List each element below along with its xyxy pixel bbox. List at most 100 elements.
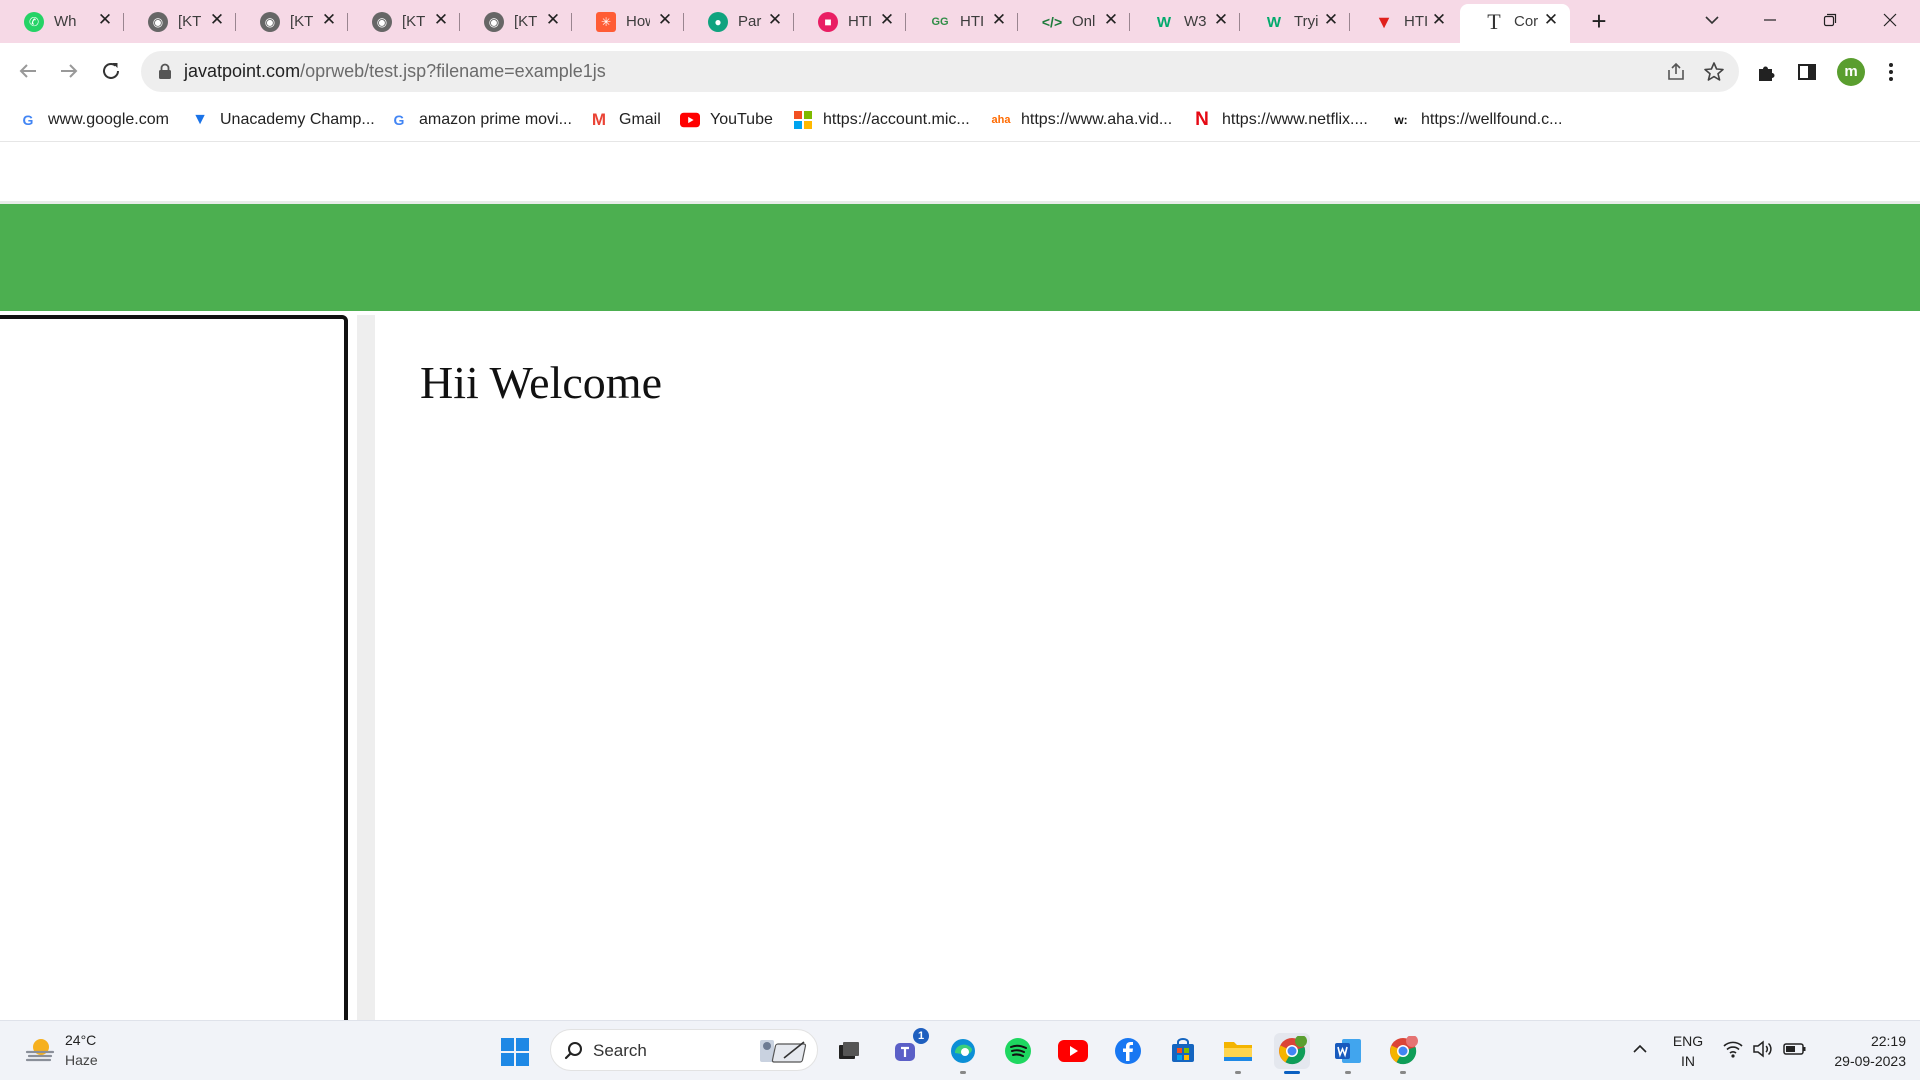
extensions-button[interactable] bbox=[1753, 59, 1779, 85]
tab-kt-4[interactable]: ◉ [KT ✕ bbox=[460, 6, 572, 37]
task-view-icon bbox=[839, 1042, 859, 1059]
close-icon[interactable]: ✕ bbox=[766, 11, 784, 29]
haze-sun-icon bbox=[25, 1039, 55, 1062]
close-icon[interactable]: ✕ bbox=[320, 11, 338, 29]
taskbar-chrome-profile[interactable] bbox=[1385, 1033, 1421, 1074]
system-clock[interactable]: 22:19 29-09-2023 bbox=[1810, 1031, 1906, 1071]
browser-toolbar: javatpoint.com/oprweb/test.jsp?filename=… bbox=[0, 43, 1920, 100]
globe-icon: ◉ bbox=[148, 12, 168, 32]
bookmark-label: YouTube bbox=[710, 111, 773, 128]
taskbar-file-explorer[interactable] bbox=[1220, 1033, 1256, 1074]
panel-divider[interactable] bbox=[357, 315, 375, 1020]
bookmark-star-icon[interactable] bbox=[1702, 60, 1726, 84]
clock-date: 29-09-2023 bbox=[1834, 1053, 1906, 1069]
bookmark-wellfound[interactable]: w: https://wellfound.c... bbox=[1391, 108, 1562, 132]
browser-menu-button[interactable] bbox=[1878, 59, 1904, 85]
bookmark-google[interactable]: G www.google.com bbox=[18, 108, 169, 132]
tab-hubspot[interactable]: ✳ How ✕ bbox=[572, 6, 684, 37]
kebab-menu-icon bbox=[1889, 63, 1893, 81]
reload-button[interactable] bbox=[95, 55, 127, 87]
minimize-button[interactable] bbox=[1752, 6, 1788, 34]
close-icon[interactable]: ✕ bbox=[1542, 11, 1560, 29]
close-icon[interactable]: ✕ bbox=[656, 11, 674, 29]
bookmark-netflix[interactable]: N https://www.netflix.... bbox=[1192, 108, 1368, 132]
profile-avatar[interactable]: m bbox=[1837, 58, 1865, 86]
tab-kt-3[interactable]: ◉ [KT ✕ bbox=[348, 6, 460, 37]
bookmark-youtube[interactable]: YouTube bbox=[680, 108, 773, 132]
tab-whatsapp[interactable]: ✆ Wh ✕ bbox=[0, 6, 124, 37]
close-icon[interactable]: ✕ bbox=[990, 11, 1008, 29]
bookmark-amazon-prime[interactable]: G amazon prime movi... bbox=[389, 108, 572, 132]
close-icon[interactable]: ✕ bbox=[208, 11, 226, 29]
word-icon bbox=[1335, 1039, 1361, 1063]
language-indicator[interactable]: ENG IN bbox=[1670, 1031, 1706, 1071]
hubspot-icon: ✳ bbox=[596, 12, 616, 32]
bookmark-aha[interactable]: aha https://www.aha.vid... bbox=[991, 108, 1173, 132]
lock-icon[interactable] bbox=[157, 63, 173, 80]
taskbar-facebook[interactable] bbox=[1110, 1033, 1146, 1069]
taskbar-spotify[interactable] bbox=[1000, 1033, 1036, 1069]
tab-w3schools[interactable]: W W3 ✕ bbox=[1130, 6, 1240, 37]
close-icon[interactable]: ✕ bbox=[96, 11, 114, 29]
wifi-icon[interactable] bbox=[1722, 1039, 1744, 1059]
bookmark-microsoft[interactable]: https://account.mic... bbox=[793, 108, 970, 132]
output-frame: Hii Welcome bbox=[375, 315, 1920, 1020]
close-icon[interactable]: ✕ bbox=[1430, 11, 1448, 29]
taskbar-youtube[interactable] bbox=[1055, 1033, 1091, 1069]
close-icon[interactable]: ✕ bbox=[878, 11, 896, 29]
close-icon[interactable]: ✕ bbox=[1212, 11, 1230, 29]
tab-online[interactable]: </> Onl ✕ bbox=[1018, 6, 1130, 37]
tab-html-2[interactable]: GG HTI ✕ bbox=[906, 6, 1018, 37]
restore-button[interactable] bbox=[1812, 6, 1848, 34]
w3schools-icon: W bbox=[1156, 13, 1172, 31]
bookmark-unacademy[interactable]: ▼ Unacademy Champ... bbox=[190, 108, 375, 132]
new-tab-button[interactable]: + bbox=[1585, 8, 1613, 36]
bookmark-label: Unacademy Champ... bbox=[220, 111, 375, 128]
url-host: javatpoint.com bbox=[184, 61, 301, 81]
taskbar-search-box[interactable]: Search bbox=[550, 1029, 818, 1071]
tab-tryit[interactable]: W Tryi ✕ bbox=[1240, 6, 1350, 37]
tab-tutorialspoint[interactable]: ▼ HTI ✕ bbox=[1350, 6, 1458, 37]
spotify-icon bbox=[1005, 1038, 1031, 1064]
windows-start-icon[interactable] bbox=[500, 1037, 530, 1067]
side-panel-button[interactable] bbox=[1794, 59, 1820, 85]
back-button[interactable] bbox=[12, 55, 44, 87]
globe-icon: ◉ bbox=[484, 12, 504, 32]
region-code: IN bbox=[1681, 1053, 1695, 1069]
address-bar[interactable]: javatpoint.com/oprweb/test.jsp?filename=… bbox=[141, 51, 1739, 92]
taskbar-task-view[interactable] bbox=[831, 1033, 867, 1069]
tab-chatbot[interactable]: ● Par ✕ bbox=[684, 6, 794, 37]
left-editor-panel[interactable] bbox=[0, 315, 348, 1020]
close-icon[interactable]: ✕ bbox=[1322, 11, 1340, 29]
taskbar-word[interactable] bbox=[1330, 1033, 1366, 1074]
taskbar-teams[interactable]: 1 bbox=[889, 1028, 929, 1069]
google-icon: G bbox=[22, 112, 34, 128]
cube-icon: ■ bbox=[818, 12, 838, 32]
taskbar-edge[interactable] bbox=[945, 1033, 981, 1074]
share-icon[interactable] bbox=[1665, 61, 1687, 83]
running-indicator bbox=[1400, 1071, 1406, 1074]
tab-kt-1[interactable]: ◉ [KT ✕ bbox=[124, 6, 236, 37]
tab-title: HTI bbox=[848, 13, 872, 30]
bookmark-gmail[interactable]: M Gmail bbox=[589, 108, 661, 132]
tab-kt-2[interactable]: ◉ [KT ✕ bbox=[236, 6, 348, 37]
search-icon bbox=[564, 1042, 582, 1060]
taskbar-store[interactable] bbox=[1165, 1033, 1201, 1069]
close-window-button[interactable] bbox=[1872, 6, 1908, 34]
close-icon[interactable]: ✕ bbox=[1102, 11, 1120, 29]
tab-active[interactable]: T Cor ✕ bbox=[1460, 4, 1570, 43]
tab-search-chevron-icon[interactable] bbox=[1700, 8, 1724, 32]
taskbar-chrome[interactable] bbox=[1274, 1033, 1310, 1074]
forward-button[interactable] bbox=[53, 55, 85, 87]
volume-icon[interactable] bbox=[1752, 1039, 1774, 1059]
running-indicator bbox=[1235, 1071, 1241, 1074]
tab-html-1[interactable]: ■ HTI ✕ bbox=[794, 6, 906, 37]
close-icon[interactable]: ✕ bbox=[544, 11, 562, 29]
chevron-up-icon[interactable] bbox=[1630, 1039, 1650, 1059]
close-icon[interactable]: ✕ bbox=[432, 11, 450, 29]
url-text[interactable]: javatpoint.com/oprweb/test.jsp?filename=… bbox=[184, 61, 606, 82]
reload-icon bbox=[103, 62, 119, 79]
battery-icon[interactable] bbox=[1783, 1040, 1807, 1058]
facebook-icon bbox=[1115, 1038, 1141, 1064]
code-icon: </> bbox=[1041, 14, 1063, 30]
